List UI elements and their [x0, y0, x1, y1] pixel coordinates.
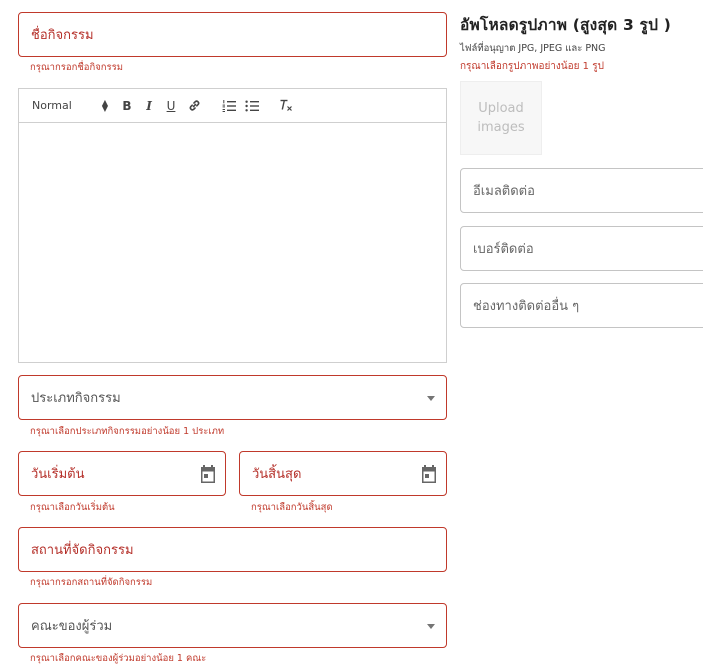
end-date-label: วันสิ้นสุด: [252, 467, 302, 482]
upload-button-line2: images: [477, 120, 525, 135]
updown-icon: ▲ ▼: [101, 97, 108, 113]
bullet-list-icon[interactable]: [243, 89, 261, 122]
end-date-error: กรุณาเลือกวันสิ้นสุด: [251, 502, 333, 513]
upload-images-button[interactable]: Upload images: [460, 81, 542, 155]
faculty-select[interactable]: คณะของผู้ร่วม: [18, 603, 447, 648]
activity-type-select[interactable]: ประเภทกิจกรรม: [18, 375, 447, 420]
ordered-list-icon[interactable]: [220, 89, 238, 122]
faculty-error: กรุณาเลือกคณะของผู้ร่วมอย่างน้อย 1 คณะ: [30, 653, 207, 664]
upload-title: อัพโหลดรูปภาพ (สูงสุด 3 รูป ): [460, 16, 671, 34]
contact-phone-field[interactable]: เบอร์ติดต่อ: [460, 226, 703, 271]
editor-toolbar: Normal ▲ ▼ B I U: [19, 89, 446, 123]
activity-name-field[interactable]: ชื่อกิจกรรม: [18, 12, 447, 57]
contact-other-field[interactable]: ช่องทางติดต่ออื่น ๆ: [460, 283, 703, 328]
link-icon[interactable]: [185, 89, 203, 122]
activity-type-error: กรุณาเลือกประเภทกิจกรรมอย่างน้อย 1 ประเภ…: [30, 426, 225, 437]
contact-email-field[interactable]: อีเมลติดต่อ: [460, 168, 703, 213]
contact-phone-label: เบอร์ติดต่อ: [473, 242, 534, 257]
underline-icon[interactable]: U: [163, 89, 179, 122]
activity-type-label: ประเภทกิจกรรม: [31, 391, 121, 406]
heading-select[interactable]: Normal ▲ ▼: [32, 89, 108, 122]
activity-name-error: กรุณากรอกชื่อกิจกรรม: [30, 62, 124, 73]
description-editor[interactable]: Normal ▲ ▼ B I U: [18, 88, 447, 363]
activity-name-label: ชื่อกิจกรรม: [31, 28, 94, 43]
calendar-icon[interactable]: [421, 464, 437, 483]
italic-icon[interactable]: I: [141, 89, 157, 122]
start-date-error: กรุณาเลือกวันเริ่มต้น: [30, 502, 115, 513]
upload-error: กรุณาเลือกรูปภาพอย่างน้อย 1 รูป: [460, 61, 604, 72]
calendar-icon[interactable]: [200, 464, 216, 483]
contact-email-label: อีเมลติดต่อ: [473, 184, 535, 199]
end-date-field[interactable]: วันสิ้นสุด: [239, 451, 447, 496]
faculty-label: คณะของผู้ร่วม: [31, 619, 113, 634]
venue-error: กรุณากรอกสถานที่จัดกิจกรรม: [30, 577, 153, 588]
contact-other-label: ช่องทางติดต่ออื่น ๆ: [473, 299, 580, 314]
heading-select-value: Normal: [32, 99, 72, 112]
upload-button-line1: Upload: [478, 101, 524, 116]
start-date-label: วันเริ่มต้น: [31, 467, 85, 482]
dropdown-arrow-icon: [427, 395, 435, 401]
bold-icon[interactable]: B: [119, 89, 135, 122]
dropdown-arrow-icon: [427, 623, 435, 629]
upload-file-types-note: ไฟล์ที่อนุญาต JPG, JPEG และ PNG: [460, 43, 606, 54]
venue-field[interactable]: สถานที่จัดกิจกรรม: [18, 527, 447, 572]
start-date-field[interactable]: วันเริ่มต้น: [18, 451, 226, 496]
venue-label: สถานที่จัดกิจกรรม: [31, 543, 134, 558]
clear-format-icon[interactable]: [277, 89, 295, 122]
